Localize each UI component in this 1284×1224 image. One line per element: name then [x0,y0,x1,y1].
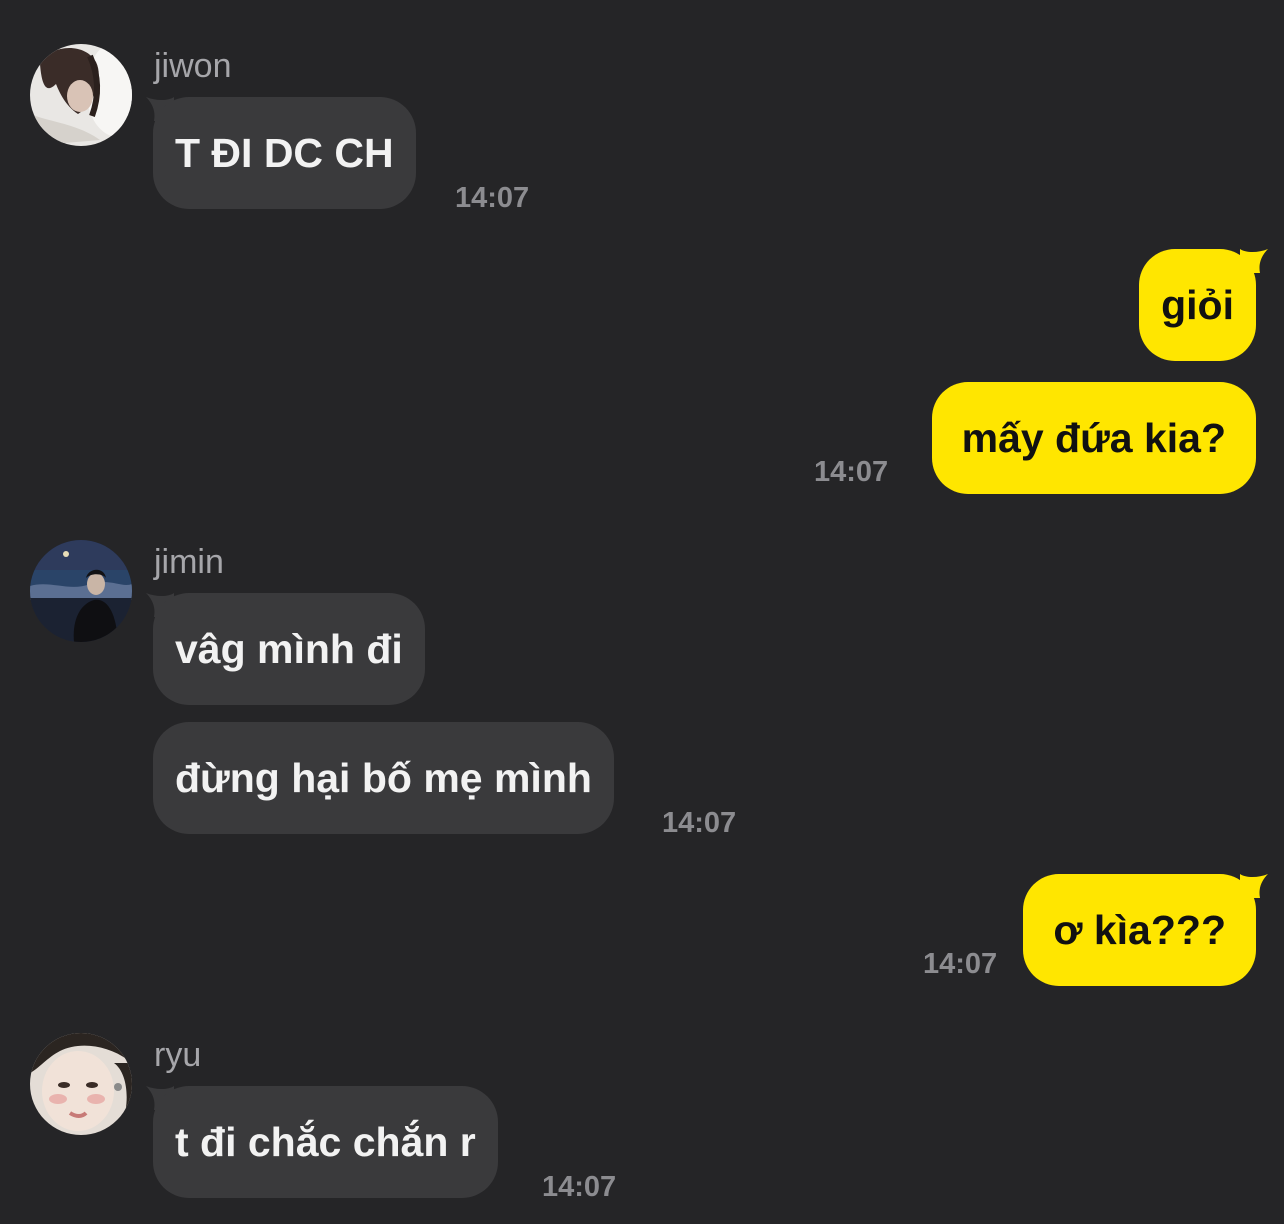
message-bubble[interactable]: vâg mình đi [153,593,425,705]
message-bubble[interactable]: giỏi [1139,249,1256,361]
sender-name: jiwon [154,47,232,85]
message-bubble[interactable]: T ĐI DC CH [153,97,416,209]
message-timestamp: 14:07 [542,1171,617,1203]
message-bubble[interactable]: ơ kìa??? [1023,874,1256,986]
message-bubble[interactable]: mấy đứa kia? [931,382,1256,494]
profile-photo-icon [30,540,132,642]
message-timestamp: 14:07 [923,948,998,980]
sender-name: jimin [154,543,224,581]
message-timestamp: 14:07 [455,182,530,214]
message-timestamp: 14:07 [662,807,737,839]
sender-name: ryu [154,1036,202,1074]
avatar-jiwon[interactable] [30,44,132,146]
avatar-ryu[interactable] [30,1033,132,1135]
message-bubble[interactable]: đừng hại bố mẹ mình [153,722,614,834]
profile-photo-icon [30,44,132,146]
message-bubble[interactable]: t đi chắc chắn r [153,1086,498,1198]
profile-photo-icon [30,1033,132,1135]
message-timestamp: 14:07 [814,456,889,488]
avatar-jimin[interactable] [30,540,132,642]
chat-screen: { "colors": { "background": "#252527", "… [0,0,1284,1224]
